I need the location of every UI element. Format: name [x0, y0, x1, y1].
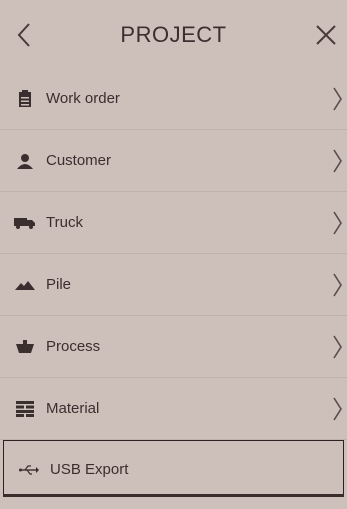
header: PROJECT	[0, 0, 347, 68]
menu-item-label: Truck	[46, 214, 83, 231]
chevron-right-icon	[333, 273, 342, 296]
chevron-right-icon	[333, 211, 342, 234]
menu-item-label: Material	[46, 400, 100, 417]
menu-item-customer[interactable]: Customer	[0, 130, 347, 192]
menu-item-material[interactable]: Material	[0, 378, 347, 440]
menu-item-work-order[interactable]: Work order	[0, 68, 347, 130]
menu-item-label: Process	[46, 338, 101, 355]
person-icon	[14, 151, 36, 171]
page-title: PROJECT	[120, 22, 227, 47]
clipboard-icon	[14, 89, 36, 109]
pile-icon	[14, 275, 36, 295]
menu-item-truck[interactable]: Truck	[0, 192, 347, 254]
menu-item-label: Pile	[46, 276, 72, 293]
chevron-right-icon	[333, 149, 342, 172]
close-icon[interactable]	[311, 20, 341, 50]
menu-item-pile[interactable]: Pile	[0, 254, 347, 316]
process-icon	[14, 337, 36, 357]
material-icon	[14, 399, 36, 419]
menu-item-label: USB Export	[50, 461, 129, 478]
chevron-right-icon	[333, 87, 342, 110]
menu-item-label: Work order	[46, 90, 120, 107]
chevron-right-icon	[333, 397, 342, 420]
truck-icon	[14, 213, 36, 233]
menu-list: Work order Customer Truck Pile Process M…	[0, 68, 347, 499]
menu-item-process[interactable]: Process	[0, 316, 347, 378]
chevron-right-icon	[333, 335, 342, 358]
bottom-divider	[0, 494, 347, 509]
usb-icon	[18, 460, 40, 480]
menu-item-usb-export[interactable]: USB Export	[3, 440, 344, 499]
menu-item-label: Customer	[46, 152, 112, 169]
